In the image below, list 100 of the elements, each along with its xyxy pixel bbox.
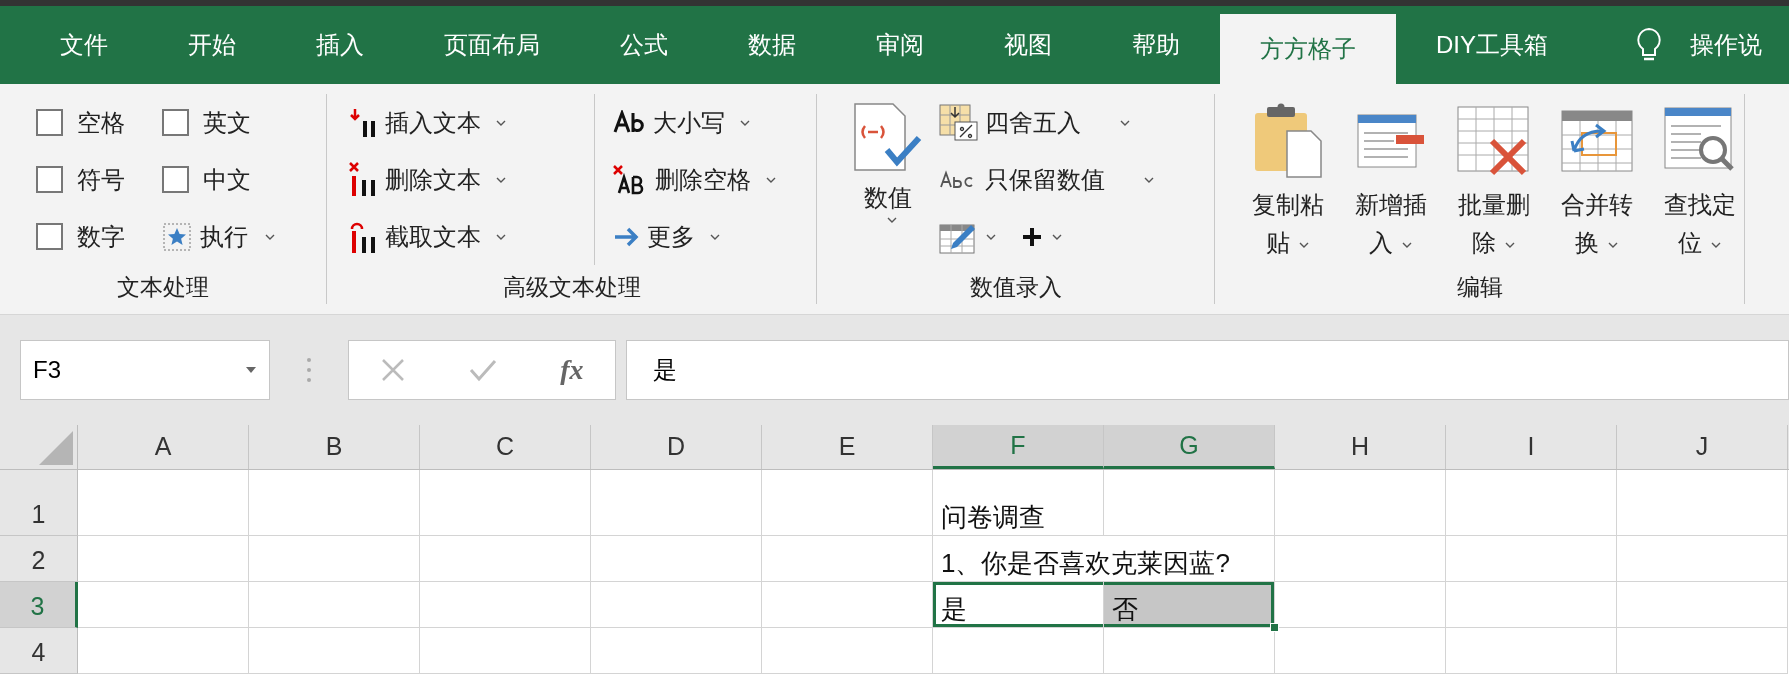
ribbon-tab[interactable]: 视图 <box>964 6 1092 84</box>
tell-me-search[interactable]: 操作说 <box>1690 27 1762 63</box>
enter-icon[interactable] <box>469 358 498 382</box>
formula-input[interactable]: 是 <box>626 340 1789 400</box>
column-header[interactable]: I <box>1446 425 1617 469</box>
clipboard-icon <box>1252 103 1323 179</box>
ribbon-tab[interactable]: 文件 <box>20 6 148 84</box>
table-cell[interactable]: 问卷调查 <box>933 470 1104 536</box>
ribbon-tab[interactable]: 公式 <box>580 6 708 84</box>
checkbox[interactable]: 符号 <box>36 161 125 198</box>
ribbon-button[interactable]: 插入文本 <box>349 94 507 151</box>
table-cell[interactable] <box>420 628 591 674</box>
column-header[interactable]: D <box>591 425 762 469</box>
checkbox[interactable]: 数字 <box>36 218 125 255</box>
column-header[interactable]: F <box>933 425 1104 469</box>
ribbon-large-button[interactable]: 查找定位 <box>1655 94 1744 270</box>
column-header[interactable]: H <box>1275 425 1446 469</box>
column-header[interactable]: G <box>1104 425 1275 469</box>
table-cell[interactable] <box>1104 470 1275 536</box>
drag-handle-icon[interactable] <box>306 356 312 384</box>
ribbon-large-button[interactable]: 复制粘贴 <box>1243 94 1332 270</box>
table-cell[interactable] <box>420 470 591 536</box>
table-cell[interactable] <box>591 536 762 582</box>
table-cell[interactable] <box>1617 536 1788 582</box>
number-button[interactable]: 数值 <box>853 94 923 270</box>
row-header[interactable]: 4 <box>0 628 78 674</box>
table-cell[interactable] <box>249 582 420 628</box>
table-cell[interactable] <box>1446 536 1617 582</box>
ribbon-large-button[interactable]: 合并转换 <box>1552 94 1641 270</box>
name-box[interactable]: F3 <box>20 340 270 400</box>
ribbon-button[interactable]: 只保留数值 <box>939 151 1155 208</box>
table-cell[interactable] <box>420 536 591 582</box>
table-cell[interactable] <box>933 628 1104 674</box>
table-cell[interactable] <box>78 582 249 628</box>
ribbon-tab[interactable]: DIY工具箱 <box>1396 6 1588 84</box>
ribbon-tab[interactable]: 方方格子 <box>1220 14 1396 84</box>
ribbon-tab[interactable]: 插入 <box>276 6 404 84</box>
row-header[interactable]: 2 <box>0 536 78 582</box>
ribbon-button[interactable]: 删除文本 <box>349 151 507 208</box>
ribbon-button[interactable]: 删除空格 <box>594 151 777 208</box>
ribbon-button[interactable]: 四舍五入 <box>939 94 1131 151</box>
ribbon-button[interactable]: 大小写 <box>594 94 751 151</box>
document-check-icon <box>853 102 923 174</box>
ribbon-button[interactable]: 更多 <box>594 208 721 265</box>
table-cell[interactable] <box>591 470 762 536</box>
table-cell[interactable] <box>762 470 933 536</box>
ribbon-tab[interactable]: 页面布局 <box>404 6 580 84</box>
column-header[interactable]: C <box>420 425 591 469</box>
table-cell[interactable] <box>1446 582 1617 628</box>
column-header[interactable]: J <box>1617 425 1788 469</box>
table-cell[interactable] <box>1446 470 1617 536</box>
checkbox[interactable]: 英文 <box>162 104 251 141</box>
table-cell[interactable] <box>762 628 933 674</box>
ribbon-tab[interactable]: 开始 <box>148 6 276 84</box>
add-button[interactable] <box>1021 225 1063 248</box>
table-cell[interactable] <box>1275 470 1446 536</box>
table-cell[interactable] <box>78 628 249 674</box>
chevron-icon <box>495 232 507 241</box>
cancel-icon[interactable] <box>380 357 407 383</box>
table-cell[interactable] <box>249 628 420 674</box>
row-header[interactable]: 3 <box>0 582 78 628</box>
group-label: 文本处理 <box>116 273 210 302</box>
table-cell[interactable]: 是 <box>933 582 1104 628</box>
chevron-icon <box>1400 240 1413 249</box>
ribbon-large-button[interactable]: 批量删除 <box>1449 94 1538 270</box>
select-all-icon[interactable] <box>39 431 73 465</box>
checkbox[interactable]: 空格 <box>36 104 125 141</box>
table-cell[interactable] <box>1617 470 1788 536</box>
table-cell[interactable] <box>591 628 762 674</box>
table-cell[interactable] <box>1617 582 1788 628</box>
chevron-icon <box>1709 240 1722 249</box>
table-cell[interactable] <box>78 470 249 536</box>
ribbon-tab[interactable]: 审阅 <box>836 6 964 84</box>
ribbon-tab[interactable]: 帮助 <box>1092 6 1220 84</box>
chevron-icon <box>709 232 721 241</box>
table-cell[interactable] <box>762 536 933 582</box>
table-cell[interactable] <box>420 582 591 628</box>
chevron-icon <box>1051 232 1063 241</box>
checkbox[interactable]: 中文 <box>162 161 251 198</box>
table-cell[interactable] <box>1275 628 1446 674</box>
table-cell[interactable] <box>249 470 420 536</box>
insert-function-button[interactable]: fx <box>560 349 584 391</box>
table-cell[interactable] <box>78 536 249 582</box>
table-cell[interactable] <box>1446 628 1617 674</box>
column-header[interactable]: A <box>78 425 249 469</box>
execute-button[interactable]: 执行 <box>162 218 276 255</box>
table-cell[interactable] <box>591 582 762 628</box>
ribbon-tab[interactable]: 数据 <box>708 6 836 84</box>
ribbon-button[interactable]: 截取文本 <box>349 208 507 265</box>
ribbon-large-button[interactable]: 新增插入 <box>1346 94 1435 270</box>
fill-handle[interactable] <box>1270 623 1279 632</box>
table-cell[interactable] <box>762 582 933 628</box>
table-cell[interactable] <box>249 536 420 582</box>
chevron-icon <box>1143 175 1155 184</box>
table-cell[interactable] <box>1275 536 1446 582</box>
table-cell[interactable] <box>1617 628 1788 674</box>
column-header[interactable]: B <box>249 425 420 469</box>
chevron-icon <box>886 216 898 224</box>
row-header[interactable]: 1 <box>0 470 78 536</box>
lightbulb-icon[interactable] <box>1636 27 1662 63</box>
